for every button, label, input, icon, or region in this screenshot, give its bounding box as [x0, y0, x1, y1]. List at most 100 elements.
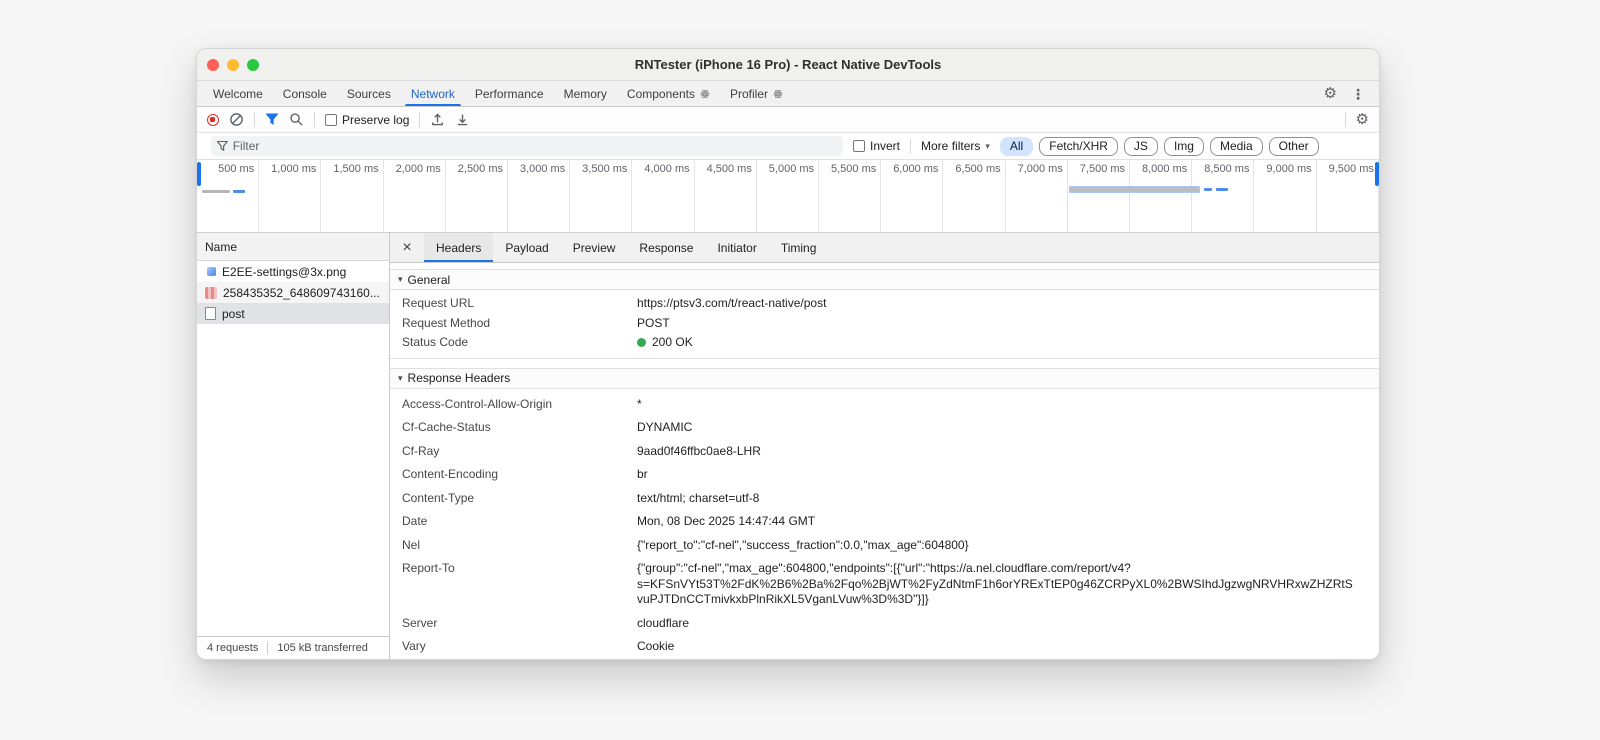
network-overview-timeline[interactable]: 500 ms 1,000 ms 1,500 ms 2,000 ms 2,500 ms 3,… — [197, 160, 1379, 233]
preserve-log-control[interactable]: Preserve log — [325, 113, 409, 127]
tab-label: Sources — [346, 86, 391, 101]
header-name: Date — [402, 514, 428, 528]
filter-chip-fetch-xhr[interactable]: Fetch/XHR — [1039, 136, 1118, 156]
details-tab-timing[interactable]: Timing — [769, 233, 829, 262]
more-filters-dropdown[interactable]: More filters ▾ — [921, 139, 990, 153]
transferred-size: 105 kB transferred — [277, 642, 368, 654]
kebab-menu-icon[interactable]: ⋮ — [1351, 87, 1365, 101]
filter-input-funnel-icon — [217, 141, 228, 151]
preserve-log-checkbox[interactable] — [325, 113, 337, 126]
tab-welcome[interactable]: Welcome — [203, 81, 273, 106]
header-row-nel: Nel {"report_to":"cf-nel","success_fracti… — [390, 534, 1379, 558]
network-settings-gear-icon[interactable]: ⚙ — [1356, 112, 1369, 127]
tab-performance[interactable]: Performance — [465, 81, 554, 106]
timeline-tick: 4,000 ms — [632, 160, 695, 232]
details-tab-payload[interactable]: Payload — [493, 233, 560, 262]
request-row-post[interactable]: post — [197, 303, 389, 324]
filter-chip-img[interactable]: Img — [1163, 136, 1204, 156]
response-headers-section-header[interactable]: ▾ Response Headers — [390, 367, 1379, 389]
tab-memory[interactable]: Memory — [554, 81, 617, 106]
header-row-vary: Vary Cookie — [390, 635, 1379, 659]
network-summary-bar: 4 requests 105 kB transferred — [197, 636, 389, 659]
timeline-tick: 3,000 ms — [508, 160, 571, 232]
clear-network-log-icon[interactable] — [229, 112, 244, 127]
details-tab-headers[interactable]: Headers — [424, 233, 494, 262]
request-name: 258435352_648609743160... — [223, 285, 380, 300]
tab-console[interactable]: Console — [273, 81, 337, 106]
request-count: 4 requests — [207, 642, 259, 654]
details-tab-initiator[interactable]: Initiator — [705, 233, 768, 262]
image-file-icon — [207, 267, 216, 276]
header-name: Nel — [402, 537, 421, 552]
header-row-request-url: Request URL https://ptsv3.com/t/react-nat… — [390, 294, 1379, 314]
header-row-access-control-allow-origin: Access-Control-Allow-Origin * — [390, 393, 1379, 417]
tab-profiler[interactable]: Profiler — [720, 81, 793, 106]
filter-chip-other[interactable]: Other — [1268, 136, 1319, 156]
toolbar-divider — [419, 112, 421, 127]
settings-gear-icon[interactable]: ⚙ — [1324, 86, 1337, 101]
filter-funnel-icon[interactable] — [265, 113, 279, 126]
more-filters-label: More filters — [921, 139, 981, 153]
filter-input[interactable] — [232, 139, 837, 153]
timeline-tick: 2,000 ms — [384, 160, 446, 232]
timeline-tick: 8,500 ms — [1192, 160, 1255, 232]
record-network-log-icon[interactable] — [207, 113, 219, 126]
request-name: post — [222, 306, 245, 321]
filter-chip-js[interactable]: JS — [1123, 136, 1158, 156]
export-har-icon[interactable] — [455, 112, 470, 127]
triangle-down-icon: ▾ — [398, 274, 403, 284]
waterfall-bar — [202, 190, 230, 193]
window-title: RNTester (iPhone 16 Pro) - React Native … — [634, 57, 942, 72]
tab-label: Console — [282, 86, 327, 101]
header-name: Cf-Cache-Status — [402, 420, 491, 434]
search-icon[interactable] — [289, 112, 304, 127]
timeline-tick: 9,000 ms — [1254, 160, 1317, 232]
waterfall-bar — [1069, 186, 1200, 193]
header-row-content-encoding: Content-Encoding br — [390, 463, 1379, 487]
details-tab-preview[interactable]: Preview — [561, 233, 628, 262]
headers-view: ▾ General Request URL https://ptsv3.com/t… — [390, 263, 1379, 659]
overview-right-handle[interactable] — [1375, 162, 1379, 186]
tab-sources[interactable]: Sources — [337, 81, 401, 106]
request-row-258435352-648609743160[interactable]: 258435352_648609743160... — [197, 282, 389, 303]
header-value: {"group":"cf-nel","max_age":604800,"endp… — [637, 561, 1353, 606]
toolbar-divider — [910, 138, 912, 154]
waterfall-bar — [1216, 188, 1228, 191]
header-value: Cookie — [637, 639, 675, 653]
general-section-header[interactable]: ▾ General — [390, 269, 1379, 290]
overview-left-handle[interactable] — [197, 162, 201, 186]
atom-icon — [773, 89, 783, 99]
header-row-request-method: Request Method POST — [390, 314, 1379, 334]
tab-network[interactable]: Network — [401, 81, 465, 106]
header-row-report-to: Report-To {"group":"cf-nel","max_age":604… — [390, 557, 1379, 612]
details-tab-response[interactable]: Response — [627, 233, 705, 262]
tab-label: Components — [626, 86, 695, 101]
request-row-e2ee-settings-3x-png[interactable]: E2EE-settings@3x.png — [197, 261, 389, 282]
timeline-tick: 6,500 ms — [943, 160, 1006, 232]
header-value: 200 OK — [637, 335, 693, 351]
invert-checkbox[interactable] — [853, 140, 865, 152]
close-details-icon[interactable]: × — [390, 233, 424, 262]
header-value: * — [637, 396, 642, 411]
toolbar-divider — [254, 112, 255, 127]
tab-components[interactable]: Components — [617, 81, 720, 106]
header-name: Vary — [402, 639, 426, 653]
header-value: 9aad0f46ffbc0ae8-LHR — [637, 443, 761, 458]
timeline-tick: 7,000 ms — [1006, 160, 1068, 232]
import-har-icon[interactable] — [430, 112, 445, 127]
header-value: DYNAMIC — [637, 420, 693, 434]
header-name: Status Code — [402, 335, 469, 349]
filter-field[interactable] — [211, 136, 843, 156]
window-titlebar[interactable]: RNTester (iPhone 16 Pro) - React Native … — [197, 49, 1379, 81]
traffic-lights — [207, 58, 259, 71]
minimize-window-button[interactable] — [227, 58, 239, 71]
request-name: E2EE-settings@3x.png — [222, 264, 347, 279]
timeline-tick: 7,500 ms — [1068, 160, 1131, 232]
close-window-button[interactable] — [207, 58, 219, 71]
invert-control[interactable]: Invert — [853, 139, 900, 153]
filter-chip-media[interactable]: Media — [1209, 136, 1263, 156]
name-column-header[interactable]: Name — [197, 233, 389, 261]
preserve-log-label: Preserve log — [342, 112, 410, 127]
zoom-window-button[interactable] — [247, 58, 259, 71]
filter-chip-all[interactable]: All — [999, 136, 1034, 156]
